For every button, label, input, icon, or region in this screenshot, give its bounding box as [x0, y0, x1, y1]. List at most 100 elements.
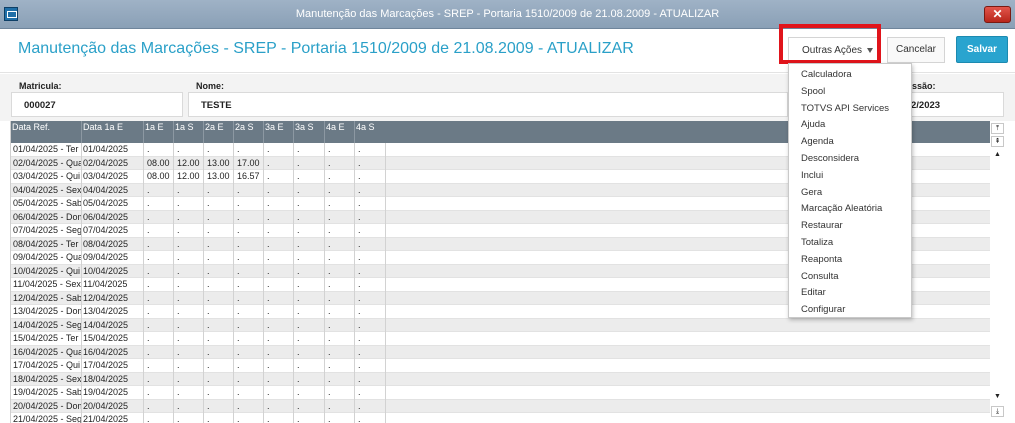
cell-divider — [354, 291, 355, 305]
save-button[interactable]: Salvar — [956, 36, 1008, 63]
menu-item[interactable]: Spool — [801, 86, 825, 97]
column-header[interactable]: 1a S — [174, 122, 194, 132]
column-header[interactable]: Data Ref. — [11, 122, 50, 132]
table-cell: . — [358, 238, 361, 249]
cell-divider — [81, 210, 82, 224]
menu-item[interactable]: TOTVS API Services — [801, 103, 889, 114]
table-cell: 08.00 — [147, 157, 170, 168]
table-cell: . — [328, 184, 331, 195]
window-title: Manutenção das Marcações - SREP - Portar… — [295, 8, 720, 20]
column-header[interactable]: 1a E — [144, 122, 164, 132]
table-cell: . — [328, 373, 331, 384]
table-cell: . — [237, 373, 240, 384]
scroll-top-button[interactable]: ⤒ — [991, 123, 1004, 134]
cell-divider — [81, 237, 82, 251]
admissao-field[interactable]: 2/2023 — [905, 92, 1004, 117]
table-cell: . — [177, 184, 180, 195]
cell-divider — [385, 251, 386, 265]
table-row[interactable]: 14/04/2025 - Seg 14/04/2025........ — [11, 318, 990, 332]
table-cell: . — [328, 211, 331, 222]
scroll-up-button[interactable]: ▲ — [991, 150, 1004, 161]
table-cell: 13.00 — [207, 171, 230, 181]
scroll-page-up-button[interactable]: ⇞ — [991, 136, 1004, 147]
table-cell: . — [147, 333, 150, 343]
column-header[interactable]: 3a E — [264, 122, 284, 132]
table-cell: 03/04/2025 - Qui — [13, 171, 81, 181]
table-cell: . — [297, 319, 300, 330]
cell-divider — [263, 237, 264, 251]
table-cell: . — [297, 265, 300, 276]
table-cell: . — [328, 225, 331, 235]
table-row[interactable]: 19/04/2025 - Sab 19/04/2025........ — [11, 386, 990, 400]
cell-divider — [81, 386, 82, 400]
menu-item[interactable]: Reaponta — [801, 254, 842, 265]
menu-item[interactable]: Inclui — [801, 170, 823, 181]
cell-divider — [354, 278, 355, 292]
table-cell: . — [147, 265, 150, 276]
menu-item[interactable]: Desconsidera — [801, 153, 859, 164]
menu-item[interactable]: Editar — [801, 287, 826, 298]
close-button[interactable]: ✕ — [984, 6, 1011, 23]
table-row[interactable]: 18/04/2025 - Sex 18/04/2025........ — [11, 372, 990, 386]
cell-divider — [143, 291, 144, 305]
cell-divider — [203, 170, 204, 184]
column-header[interactable]: 3a S — [294, 122, 314, 132]
menu-item[interactable]: Gera — [801, 187, 822, 198]
cell-divider — [263, 170, 264, 184]
table-cell: . — [207, 414, 210, 423]
scroll-bottom-button[interactable]: ⤓ — [991, 406, 1004, 417]
cell-divider — [233, 291, 234, 305]
cell-divider — [263, 143, 264, 157]
cell-divider — [385, 413, 386, 423]
scroll-down-button[interactable]: ▼ — [991, 392, 1004, 403]
cell-divider — [293, 278, 294, 292]
matricula-field[interactable]: 000027 — [11, 92, 183, 117]
cell-divider — [203, 372, 204, 386]
menu-item[interactable]: Restaurar — [801, 220, 843, 231]
table-cell: . — [207, 198, 210, 208]
nome-field[interactable]: TESTE — [188, 92, 788, 117]
cell-divider — [143, 278, 144, 292]
cancel-button[interactable]: Cancelar — [887, 37, 945, 63]
table-cell: 21/04/2025 - Seg — [13, 414, 82, 423]
table-cell: . — [147, 306, 150, 316]
menu-item[interactable]: Marcação Aleatória — [801, 203, 882, 214]
cell-divider — [385, 332, 386, 346]
menu-item[interactable]: Configurar — [801, 304, 845, 315]
cell-divider — [385, 386, 386, 400]
table-cell: . — [207, 360, 210, 370]
cell-divider — [233, 156, 234, 170]
menu-item[interactable]: Calculadora — [801, 69, 852, 80]
menu-item[interactable]: Consulta — [801, 271, 839, 282]
cell-divider — [233, 237, 234, 251]
cell-divider — [354, 413, 355, 423]
cell-divider — [385, 183, 386, 197]
menu-item[interactable]: Agenda — [801, 136, 834, 147]
cell-divider — [81, 345, 82, 359]
table-row[interactable]: 16/04/2025 - Qua 16/04/2025........ — [11, 345, 990, 359]
column-header[interactable]: 4a S — [355, 122, 375, 132]
menu-item[interactable]: Totaliza — [801, 237, 833, 248]
table-row[interactable]: 20/04/2025 - Dom 20/04/2025........ — [11, 399, 990, 413]
table-cell: . — [328, 319, 331, 330]
table-row[interactable]: 17/04/2025 - Qui 17/04/2025........ — [11, 359, 990, 373]
column-header[interactable]: 2a S — [234, 122, 254, 132]
table-row[interactable]: 15/04/2025 - Ter 15/04/2025........ — [11, 332, 990, 346]
menu-item[interactable]: Ajuda — [801, 119, 825, 130]
cell-divider — [81, 413, 82, 423]
column-header[interactable]: 2a E — [204, 122, 224, 132]
column-divider — [354, 121, 355, 143]
table-cell: . — [297, 414, 300, 423]
table-cell: . — [177, 238, 180, 249]
table-cell: . — [147, 225, 150, 235]
table-cell: . — [177, 292, 180, 303]
cell-divider — [385, 237, 386, 251]
column-header[interactable]: Data 1a E — [82, 122, 123, 132]
table-cell: . — [147, 292, 150, 303]
table-row[interactable]: 21/04/2025 - Seg 21/04/2025........ — [11, 413, 990, 423]
cell-divider — [203, 224, 204, 238]
cell-divider — [81, 332, 82, 346]
table-cell: . — [147, 198, 150, 208]
column-header[interactable]: 4a E — [325, 122, 345, 132]
cell-divider — [263, 332, 264, 346]
